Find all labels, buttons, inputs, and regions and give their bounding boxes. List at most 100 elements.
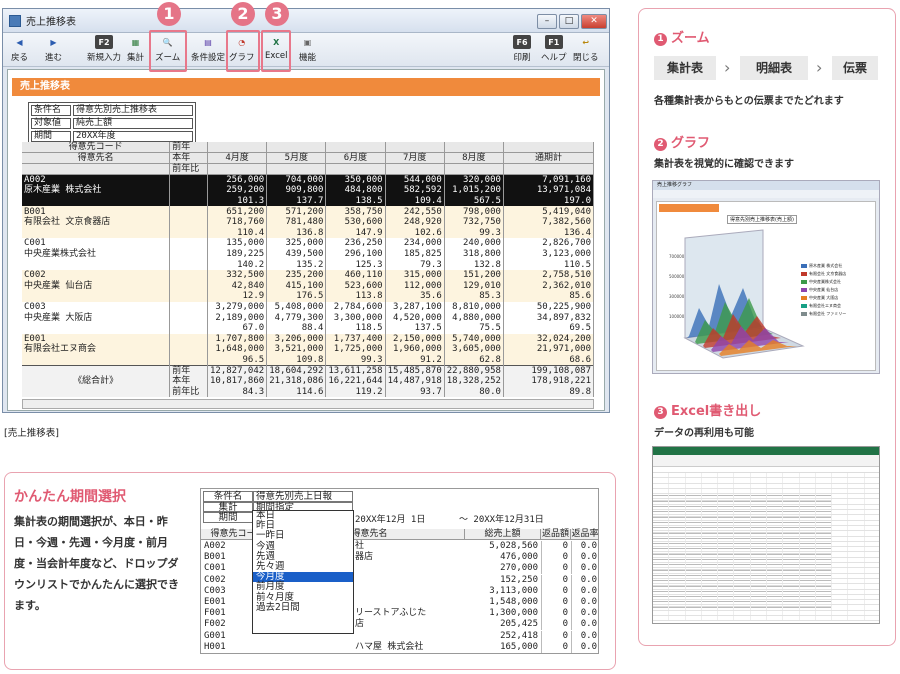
condition-cell: 条件名 xyxy=(31,105,71,116)
value-cell: 296,100 xyxy=(325,248,386,260)
total-value: 93.7 xyxy=(385,386,445,398)
total-label xyxy=(22,386,171,398)
value-cell: 185,825 xyxy=(385,248,445,260)
period-table-row[interactable]: H001 ハマ屋 株式会社 165,000 0 0.0 xyxy=(201,641,598,653)
table-row[interactable]: 110.4 136.8 147.9 102.6 99.3 136.4 xyxy=(22,227,595,239)
value-cell: 256,000 xyxy=(207,174,268,186)
customer-code: A002 xyxy=(22,174,171,186)
grid-cell xyxy=(169,185,208,196)
minimize-button[interactable]: – xyxy=(537,14,557,29)
row-label: 前年 xyxy=(169,365,208,376)
grid-cell xyxy=(169,333,208,345)
table-row[interactable]: 原木産業 株式会社 259,200 909,800 484,800 582,592 1,0… xyxy=(22,185,595,196)
period-option[interactable]: 前月度 xyxy=(253,582,353,592)
customer-code: B001 xyxy=(22,206,171,217)
table-row[interactable]: C003 3,279,000 5,408,000 2,784,600 3,287,100… xyxy=(22,301,595,313)
value-cell: 32,024,200 xyxy=(503,333,595,345)
excel-number: 3 xyxy=(654,406,667,419)
value-cell: 718,760 xyxy=(207,216,268,228)
grid-cell xyxy=(169,344,208,355)
value-cell: 50,225,900 xyxy=(503,301,595,313)
period-title: かんたん期間選択 xyxy=(14,489,126,505)
value-cell: 151,200 xyxy=(444,269,504,281)
table-row[interactable]: 有限会社 文京食器店 718,760 781,480 530,600 248,920 73… xyxy=(22,216,595,228)
value-cell: 67.0 xyxy=(207,322,268,334)
toolbar-button-5[interactable]: ▤ 条件設定 xyxy=(191,35,225,65)
value-cell: 439,500 xyxy=(266,248,327,260)
period-cond-label: 期間 xyxy=(203,512,253,523)
value-cell: 137.5 xyxy=(385,322,445,334)
maximize-button[interactable]: □ xyxy=(559,14,579,29)
total-value: 12,827,042 xyxy=(207,365,268,376)
graph-legend: 原木産業 株式会社 有限会社 文京食器店 中央産業株式会社 中央産業 仙台店 中央産業 … xyxy=(801,262,867,318)
toolbar-button-11[interactable]: ↩ 閉じる xyxy=(573,35,599,65)
value-cell: 69.5 xyxy=(503,322,595,334)
toolbar-button-0[interactable]: ◀ 戻る xyxy=(11,35,28,65)
table-row[interactable]: 12.9 176.5 113.8 35.6 85.3 85.6 xyxy=(22,291,595,302)
grid-cell xyxy=(169,291,208,302)
period-dropdown-list[interactable]: 本日 昨日 一昨日 今週 先週 先々週 今月度 前月度 前々月度 過去2日間 xyxy=(252,510,354,634)
toolbar: ◀ 戻る ▶ 進む F2 新規入力 ▦ 集計 🔍 ズーム ▤ 条件設定 ◔ グラフ X Excel ▣ 機能 F6 印… xyxy=(3,33,609,67)
grid-cell xyxy=(22,195,171,207)
value-cell: 4,779,300 xyxy=(266,312,327,323)
close-window-button[interactable]: ✕ xyxy=(581,14,607,29)
value-cell: 21,971,000 xyxy=(503,344,595,355)
total-value: 18,604,292 xyxy=(266,365,327,376)
toolbar-label: 機能 xyxy=(299,53,317,63)
value-cell: 732,750 xyxy=(444,216,504,228)
table-row[interactable]: 中央産業株式会社 189,225 439,500 296,100 185,825 318,… xyxy=(22,248,595,260)
table-row[interactable]: 中央産業 仙台店 42,840 415,100 523,600 112,000 129,0… xyxy=(22,280,595,292)
grid-cell xyxy=(169,354,208,366)
table-row[interactable]: 67.0 88.4 118.5 137.5 75.5 69.5 xyxy=(22,322,595,334)
value-cell: 2,150,000 xyxy=(385,333,445,345)
table-row[interactable]: A002 256,000 704,000 350,000 544,000 320,000 7… xyxy=(22,174,595,186)
table-row[interactable]: 96.5 109.8 99.3 91.2 62.8 68.6 xyxy=(22,354,595,366)
table-row[interactable]: 中央産業 大阪店 2,189,000 4,779,300 3,300,000 4,520… xyxy=(22,312,595,323)
horizontal-scrollbar[interactable] xyxy=(22,399,594,410)
legend-item: 中央産業 大阪店 xyxy=(801,294,867,302)
column-header: 4月度 xyxy=(207,152,268,165)
customer-name: 有限会社エヌ商会 xyxy=(22,344,171,355)
table-row[interactable]: B001 651,200 571,200 358,750 242,550 798,000 5… xyxy=(22,206,595,217)
period-rate: 0.0 xyxy=(571,608,598,620)
condition-cell: 期間 xyxy=(31,131,71,142)
table-row[interactable]: E001 1,707,800 3,206,000 1,737,400 2,150,000… xyxy=(22,333,595,345)
excel-sheet-grid xyxy=(653,473,879,623)
table-row[interactable]: 有限会社エヌ商会 1,648,000 3,521,000 1,725,000 1,960… xyxy=(22,344,595,355)
legend-label: 中央産業株式会社 xyxy=(809,279,841,284)
value-cell: 242,550 xyxy=(385,206,445,217)
svg-text:100000: 100000 xyxy=(669,314,685,319)
table-row[interactable]: 101.3 137.7 138.5 109.4 567.5 197.0 xyxy=(22,195,595,207)
toolbar-button-1[interactable]: ▶ 進む xyxy=(45,35,62,65)
period-ret: 0 xyxy=(541,619,571,631)
value-cell: 112,000 xyxy=(385,280,445,292)
toolbar-button-3[interactable]: ▦ 集計 xyxy=(127,35,144,65)
crumb-detail: 明細表 xyxy=(740,56,808,80)
period-desc: 集計表の期間選択が、本日・昨日・今週・先週・今月度・前月度・当会計年度など、ドロ… xyxy=(14,515,179,612)
value-cell: 113.8 xyxy=(325,291,386,302)
value-cell: 2,826,700 xyxy=(503,238,595,249)
total-value: 18,328,252 xyxy=(444,375,504,387)
toolbar-button-10[interactable]: F1 ヘルプ xyxy=(541,35,567,65)
data-grid[interactable]: 得意先コード 前年 得意先名 本年 4月度 5月度 6月度 7月度 8月度 通期計 前年比 A002 2… xyxy=(22,142,595,410)
value-cell: 2,362,010 xyxy=(503,280,595,292)
table-row[interactable]: 140.2 135.2 125.3 79.3 132.8 110.5 xyxy=(22,259,595,270)
value-cell: 320,000 xyxy=(444,174,504,186)
legend-label: 有限会社 文京食器店 xyxy=(809,271,847,276)
table-row[interactable]: C001 135,000 325,000 236,250 234,000 240,000 2… xyxy=(22,238,595,249)
total-value: 119.2 xyxy=(325,386,386,398)
toolbar-button-2[interactable]: F2 新規入力 xyxy=(87,35,121,65)
toolbar-button-8[interactable]: ▣ 機能 xyxy=(299,35,316,65)
condition-cell: 対象値 xyxy=(31,118,71,129)
toolbar-label: 集計 xyxy=(127,53,145,63)
value-cell: 132.8 xyxy=(444,259,504,270)
grid-header-row: 得意先名 本年 4月度 5月度 6月度 7月度 8月度 通期計 xyxy=(22,152,595,165)
grid-cell xyxy=(22,354,171,366)
period-option[interactable]: 過去2日間 xyxy=(253,602,353,613)
grid-cell xyxy=(22,259,171,270)
period-code: H001 xyxy=(204,641,226,652)
period-total: 270,000 xyxy=(500,563,538,574)
table-row[interactable]: C002 332,500 235,200 460,110 315,000 151,200 2… xyxy=(22,269,595,281)
grid-cell xyxy=(169,174,208,186)
toolbar-button-9[interactable]: F6 印刷 xyxy=(513,35,531,65)
